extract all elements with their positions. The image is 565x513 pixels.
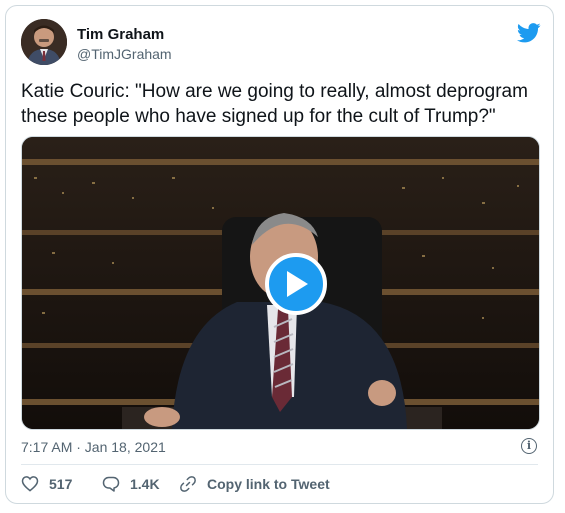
like-button[interactable]: 517	[21, 475, 72, 492]
divider	[21, 464, 538, 465]
author-handle[interactable]: @TimJGraham	[77, 46, 172, 62]
like-count: 517	[49, 475, 73, 492]
tweet-card: Tim Graham @TimJGraham Katie Couric: "Ho…	[5, 5, 554, 504]
author-name[interactable]: Tim Graham	[77, 26, 164, 43]
video-thumbnail[interactable]	[21, 136, 540, 430]
copy-link-label: Copy link to Tweet	[207, 476, 330, 492]
info-icon[interactable]: i	[521, 438, 537, 454]
link-icon	[180, 476, 196, 492]
copy-link-button[interactable]: Copy link to Tweet	[179, 475, 330, 493]
avatar[interactable]	[21, 19, 67, 65]
reply-button[interactable]: 1.4K	[102, 475, 160, 492]
heart-icon	[21, 476, 39, 492]
play-icon[interactable]	[265, 253, 327, 315]
reply-icon	[102, 476, 120, 492]
tweet-timestamp[interactable]: 7:17 AM · Jan 18, 2021	[21, 439, 166, 455]
tweet-text: Katie Couric: "How are we going to reall…	[21, 81, 528, 127]
twitter-bird-icon[interactable]	[516, 23, 541, 43]
reply-count: 1.4K	[130, 475, 160, 492]
